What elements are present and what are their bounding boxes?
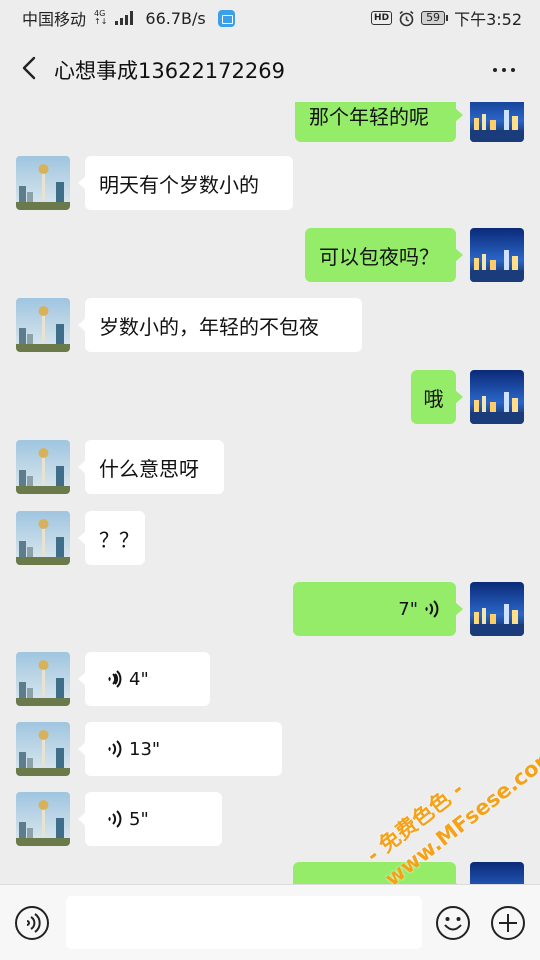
message-bubble-outgoing[interactable]: 哦 — [411, 370, 463, 424]
voice-wave-icon — [108, 810, 122, 828]
voice-message-incoming[interactable]: 4" — [78, 652, 210, 706]
voice-toggle-button[interactable] — [13, 904, 51, 942]
contact-avatar[interactable] — [16, 722, 70, 776]
tower-avatar-image — [16, 652, 70, 706]
tower-avatar-image — [16, 722, 70, 776]
message-bubble-incoming[interactable]: 什么意思呀 — [78, 440, 224, 494]
network-speed: 66.7B/s — [145, 8, 206, 28]
alarm-icon — [399, 10, 414, 26]
notification-app-icon — [217, 9, 235, 27]
message-text: 哦 — [423, 386, 444, 411]
voice-wave-icon — [108, 670, 122, 688]
my-avatar[interactable] — [470, 582, 524, 636]
message-text: 可以包夜吗？ — [319, 244, 439, 269]
message-text: ？？ — [99, 527, 139, 552]
tower-avatar-image — [16, 511, 70, 565]
chat-title: 心想事成13622172269 — [54, 59, 285, 83]
emoji-icon — [436, 906, 470, 940]
my-avatar[interactable] — [470, 862, 524, 884]
voice-duration: 5" — [129, 808, 149, 830]
input-bar — [0, 884, 540, 960]
city-night-avatar-image — [470, 370, 524, 424]
status-right: HD 59 下午3:52 — [371, 6, 522, 30]
emoji-button[interactable] — [434, 904, 472, 942]
voice-duration: 7" — [398, 598, 418, 620]
my-avatar[interactable] — [470, 228, 524, 282]
city-night-avatar-image — [470, 582, 524, 636]
message-list[interactable]: 那个年轻的呢 明天有个岁数小的 可以包夜吗？ 岁数小的，年轻的不包夜 哦 什么意… — [0, 102, 540, 884]
status-left: 中国移动 4G ↑↓ 66.7B/s — [22, 6, 235, 30]
message-bubble-outgoing[interactable]: 可以包夜吗？ — [305, 228, 463, 282]
contact-avatar[interactable] — [16, 792, 70, 846]
message-text: 什么意思呀 — [99, 456, 199, 481]
more-functions-button[interactable] — [489, 904, 527, 942]
city-night-avatar-image — [470, 102, 524, 142]
my-avatar[interactable] — [470, 102, 524, 142]
tower-avatar-image — [16, 298, 70, 352]
city-night-avatar-image — [470, 228, 524, 282]
battery-level: 59 — [421, 11, 446, 25]
voice-wave-icon — [425, 600, 439, 618]
message-bubble-outgoing[interactable]: 那个年轻的呢 — [295, 102, 463, 142]
voice-wave-icon — [108, 740, 122, 758]
message-bubble-incoming[interactable]: 明天有个岁数小的 — [78, 156, 293, 210]
battery-icon: 59 — [421, 11, 449, 25]
voice-message-outgoing[interactable]: 7" — [293, 582, 463, 636]
network-type: 4G ↑↓ — [94, 9, 108, 26]
plus-icon — [491, 906, 525, 940]
status-bar: 中国移动 4G ↑↓ 66.7B/s HD 59 下午3:52 — [0, 0, 540, 36]
contact-avatar[interactable] — [16, 298, 70, 352]
voice-toggle-icon — [15, 906, 49, 940]
message-bubble-incoming[interactable]: 岁数小的，年轻的不包夜 — [78, 298, 362, 352]
contact-avatar[interactable] — [16, 652, 70, 706]
tower-avatar-image — [16, 792, 70, 846]
message-input[interactable] — [66, 896, 422, 949]
contact-avatar[interactable] — [16, 511, 70, 565]
voice-duration: 13" — [129, 738, 161, 760]
voice-message-incoming[interactable]: 13" — [78, 722, 282, 776]
voice-message-incoming[interactable]: 5" — [78, 792, 222, 846]
message-text: 岁数小的，年轻的不包夜 — [99, 314, 319, 339]
message-text: 那个年轻的呢 — [309, 104, 429, 129]
chat-header: 心想事成13622172269 — [0, 36, 540, 102]
message-bubble-incoming[interactable]: ？？ — [78, 511, 145, 565]
chevron-left-icon — [22, 56, 36, 80]
contact-avatar[interactable] — [16, 156, 70, 210]
voice-duration: 4" — [129, 668, 149, 690]
more-button[interactable] — [486, 52, 522, 88]
tower-avatar-image — [16, 156, 70, 210]
signal-icon — [115, 11, 134, 25]
tower-avatar-image — [16, 440, 70, 494]
clock: 下午3:52 — [454, 10, 522, 29]
hd-icon: HD — [371, 11, 393, 25]
more-dots-icon — [493, 68, 497, 72]
back-button[interactable] — [14, 50, 50, 86]
my-avatar[interactable] — [470, 370, 524, 424]
carrier-label: 中国移动 — [22, 10, 87, 29]
contact-avatar[interactable] — [16, 440, 70, 494]
city-night-avatar-image — [470, 862, 524, 884]
message-text: 明天有个岁数小的 — [99, 172, 259, 197]
